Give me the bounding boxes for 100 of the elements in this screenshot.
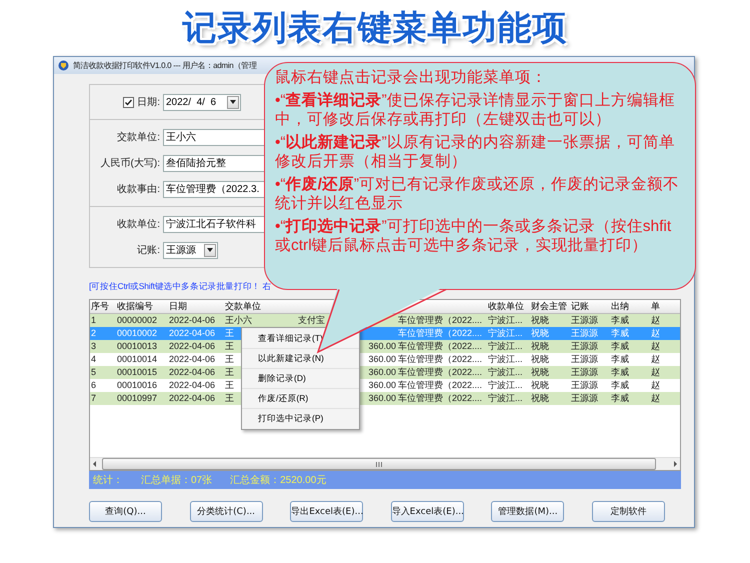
window-title: 简洁收款收据打印软件V1.0.0 --- 用户名：admin（管理: [73, 60, 256, 71]
action-button[interactable]: 定制软件: [592, 501, 665, 522]
menu-item[interactable]: 以此新建记录(N): [242, 349, 359, 369]
table-cell: 赵: [651, 328, 660, 338]
column-header[interactable]: 收据编号: [116, 300, 168, 313]
field-label: 交款单位:: [117, 130, 160, 144]
text-field[interactable]: 叁佰陆拾元整: [163, 154, 267, 172]
text-field[interactable]: 车位管理费（2022.3.: [163, 180, 267, 198]
table-cell: 5: [91, 367, 96, 377]
table-cell: 00010016: [117, 380, 158, 390]
combo-box[interactable]: 王源源: [163, 242, 218, 258]
table-cell: 1: [91, 315, 96, 325]
table-cell: 赵: [651, 341, 660, 351]
table-cell: 王: [225, 393, 234, 403]
field-label: 记账:: [137, 244, 160, 257]
table-cell: 00000002: [117, 315, 158, 325]
menu-item[interactable]: 打印选中记录(P): [242, 409, 359, 428]
callout-text: •“作废/还原”可对已有记录作废或还原，作废的记录金额不统计并以红色显示: [275, 174, 680, 214]
table-cell: 车位管理费（2022....: [398, 393, 482, 403]
table-cell: 赵: [651, 354, 660, 364]
table-cell: 王: [225, 341, 234, 351]
table-cell: 2: [91, 328, 96, 338]
column-header[interactable]: 收款单位: [487, 300, 530, 313]
table-cell: 赵: [651, 367, 660, 377]
table-cell: 李威: [611, 354, 629, 364]
table-cell: 3: [91, 341, 96, 351]
table-cell: 宁波江...: [488, 380, 523, 390]
table-cell: 00010013: [117, 341, 158, 351]
table-cell: 车位管理费（2022....: [398, 354, 482, 364]
column-header[interactable]: 序号: [90, 300, 116, 313]
text-field[interactable]: 宁波江北石子软件科: [163, 216, 267, 232]
table-cell: 2022-04-06: [169, 393, 216, 403]
checkbox[interactable]: [123, 96, 134, 108]
column-header[interactable]: 交款单位: [224, 300, 297, 313]
table-cell: 祝晓: [531, 380, 549, 390]
menu-item[interactable]: 作废/还原(R): [242, 389, 359, 409]
column-header[interactable]: 日期: [168, 300, 224, 313]
table-cell: 王源源: [571, 328, 598, 338]
table-cell: 李威: [611, 393, 629, 403]
table-cell: 赵: [651, 380, 660, 390]
table-cell: 360.00: [368, 380, 396, 390]
table-cell: 李威: [611, 315, 629, 325]
column-header[interactable]: 记账: [570, 300, 610, 313]
text-field[interactable]: 王小六: [163, 128, 267, 146]
field-label: 收款事由:: [117, 182, 160, 196]
table-cell: 王源源: [571, 367, 598, 377]
table-cell: 2022-04-06: [169, 341, 216, 351]
table-cell: 宁波江...: [488, 341, 523, 351]
table-cell: 王: [225, 380, 234, 390]
table-cell: 2022-04-06: [169, 354, 216, 364]
table-cell: 车位管理费（2022....: [398, 367, 482, 377]
column-header[interactable]: 单: [650, 300, 664, 313]
table-cell: 支付宝: [298, 315, 325, 325]
table-cell: 360.00: [368, 341, 396, 351]
table-cell: 王小六: [225, 315, 252, 325]
table-cell: 王源源: [571, 380, 598, 390]
table-cell: 00010997: [117, 393, 158, 403]
table-cell: 360.00: [368, 367, 396, 377]
status-text: 汇总单据：07张: [141, 474, 212, 487]
table-cell: 王: [225, 354, 234, 364]
column-header[interactable]: 财会主管: [530, 300, 570, 313]
table-cell: 7: [91, 393, 96, 403]
table-cell: 2022-04-06: [169, 380, 216, 390]
table-cell: 2022-04-06: [169, 367, 216, 377]
column-header[interactable]: 出纳: [610, 300, 650, 313]
hint-text: [可按住Ctrl或Shift键选中多条记录批量打印！ 右: [89, 281, 272, 293]
table-cell: 祝晓: [531, 354, 549, 364]
table-cell: 00010014: [117, 354, 158, 364]
date-picker[interactable]: 2022/ 4/ 6: [163, 94, 241, 110]
table-cell: 宁波江...: [488, 367, 523, 377]
action-button[interactable]: 导入Excel表(E)...: [390, 501, 464, 522]
action-button[interactable]: 分类统计(C)...: [190, 501, 263, 522]
table-cell: 李威: [611, 341, 629, 351]
menu-item[interactable]: 删除记录(D): [242, 369, 359, 389]
table-cell: 李威: [611, 380, 629, 390]
callout-heading: 鼠标右键点击记录会出现功能菜单项：: [275, 68, 548, 88]
callout-text: •“以此新建记录”以原有记录的内容新建一张票据，可简单修改后开票（相当于复制）: [275, 132, 676, 172]
table-cell: 车位管理费（2022....: [398, 341, 482, 351]
table-cell: 王源源: [571, 315, 598, 325]
action-button[interactable]: 管理数据(M)...: [491, 501, 564, 522]
field-label: 日期:: [137, 96, 160, 109]
table-cell: 王: [225, 367, 234, 377]
table-cell: 4: [91, 354, 96, 364]
field-label: 收款单位:: [117, 218, 160, 231]
action-button[interactable]: 导出Excel表(E)...: [290, 501, 364, 522]
table-cell: 李威: [611, 328, 629, 338]
table-cell: 宁波江...: [488, 315, 523, 325]
table-cell: 宁波江...: [488, 354, 523, 364]
action-button[interactable]: 查询(Q)...: [89, 501, 162, 522]
table-cell: 2022-04-06: [169, 315, 216, 325]
table-cell: 祝晓: [531, 341, 549, 351]
callout-text: •“打印选中记录”可打印选中的一条或多条记录（按住shfit或ctrl键后鼠标点击可选中多条记录，实现批量打印）: [275, 216, 672, 256]
table-cell: 6: [91, 380, 96, 390]
table-cell: 车位管理费（2022....: [398, 380, 482, 390]
table-cell: 王源源: [571, 393, 598, 403]
table-cell: 360.00: [368, 354, 396, 364]
table-cell: 宁波江...: [488, 328, 523, 338]
table-cell: 王源源: [571, 354, 598, 364]
table-row[interactable]: 1 00000002 2022-04-06 王小六 支付宝 车位管理费（2022.... 宁波江... 祝晓 王源源 李威 赵: [90, 314, 680, 327]
shield-icon: [58, 60, 69, 71]
